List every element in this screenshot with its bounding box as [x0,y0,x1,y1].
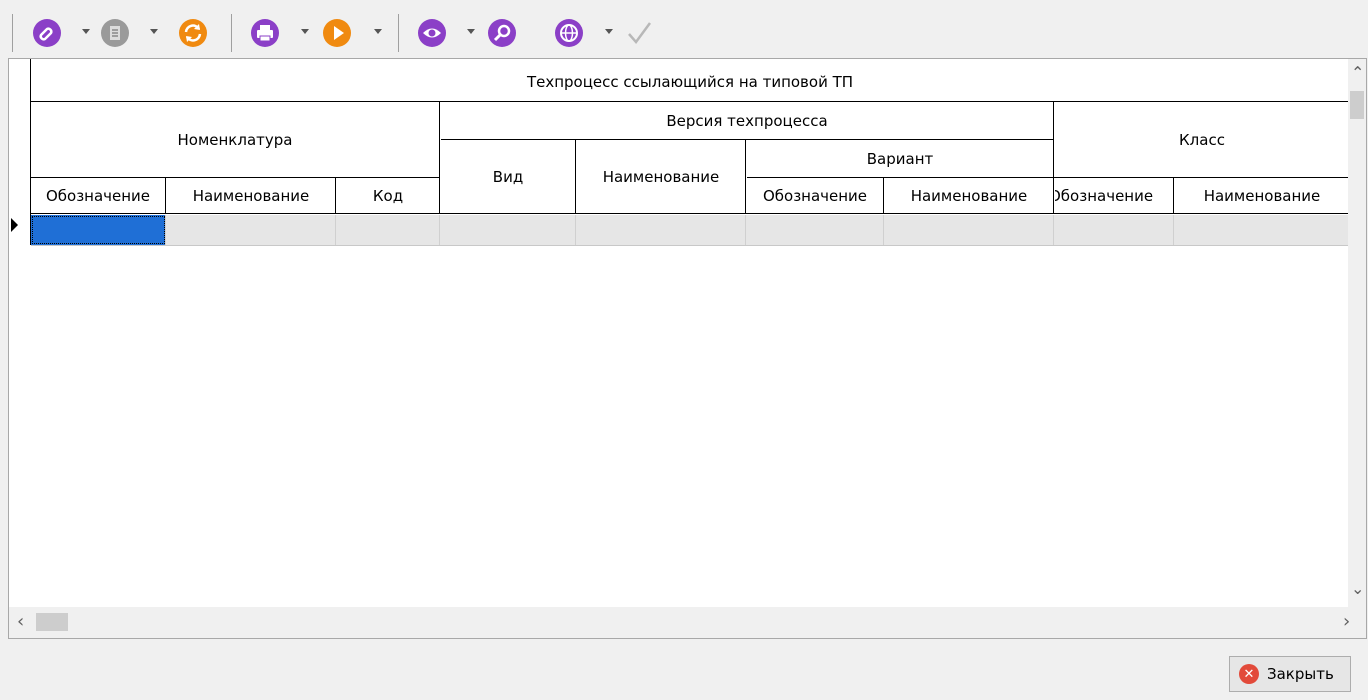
horizontal-scrollbar[interactable]: ‹ › [9,607,1366,638]
scroll-right-icon[interactable]: › [1343,611,1350,632]
row-divider [31,245,1349,246]
check-icon [628,22,652,44]
view-dropdown-arrow[interactable] [467,29,475,34]
link-button[interactable] [30,16,64,50]
vertical-scrollbar[interactable]: ⌃ ⌄ [1348,59,1366,607]
toolbar-separator [12,14,13,52]
link-icon [33,19,61,47]
grid-line [439,101,440,213]
globe-dropdown-arrow[interactable] [605,29,613,34]
toolbar-separator [231,14,232,52]
grid-viewport: Техпроцесс ссылающийся на типовой ТП Ном… [9,59,1349,607]
search-button[interactable] [485,16,519,50]
table-cell[interactable] [1054,215,1174,245]
horizontal-scroll-thumb[interactable] [36,613,68,631]
table-cell[interactable] [576,215,746,245]
globe-icon [555,19,583,47]
header-var-name[interactable]: Наименование [885,179,1053,213]
print-button[interactable] [248,16,282,50]
grid-line [1053,177,1349,178]
table-cell[interactable] [31,215,166,245]
table-cell[interactable] [166,215,336,245]
header-nom-code[interactable]: Код [337,179,439,213]
current-row-indicator [11,218,18,232]
header-variant[interactable]: Вариант [747,141,1053,177]
grid-line [30,101,1349,102]
header-version[interactable]: Версия техпроцесса [441,103,1053,139]
header-var-designation[interactable]: Обозначение [747,179,883,213]
table-cell[interactable] [746,215,884,245]
link-dropdown-arrow[interactable] [82,29,90,34]
scroll-down-icon[interactable]: ⌄ [1351,579,1364,598]
header-cls-name[interactable]: Наименование [1175,179,1349,213]
header-nom-name[interactable]: Наименование [167,179,335,213]
toolbar-separator [398,14,399,52]
header-nom-designation[interactable]: Обозначение [31,179,165,213]
vertical-scroll-thumb[interactable] [1350,91,1364,119]
grid-line [30,177,439,178]
refresh-button[interactable] [176,16,210,50]
table-cell[interactable] [336,215,440,245]
run-button[interactable] [320,16,354,50]
view-button[interactable] [415,16,449,50]
header-cls-designation[interactable]: Обозначение [1055,179,1173,213]
close-button[interactable]: ✕ Закрыть [1229,656,1351,692]
grid-line [30,213,1349,214]
refresh-icon [179,19,207,47]
apply-button[interactable] [622,16,656,50]
grid-line [883,177,884,213]
grid-line [165,177,166,213]
document-icon [101,19,129,47]
grid-line [441,139,1053,140]
document-dropdown-arrow[interactable] [150,29,158,34]
search-icon [488,19,516,47]
grid-line [745,139,746,213]
table-cell[interactable] [440,215,576,245]
grid-line [1173,177,1174,213]
play-icon [323,19,351,47]
grid-line [335,177,336,213]
toolbar [0,0,1368,58]
header-techprocess[interactable]: Техпроцесс ссылающийся на типовой ТП [31,63,1349,101]
grid-line [1053,101,1054,213]
eye-icon [418,19,446,47]
table-cell[interactable] [1174,215,1349,245]
close-icon: ✕ [1239,664,1259,684]
close-button-label: Закрыть [1267,665,1334,683]
document-button[interactable] [98,16,132,50]
header-class[interactable]: Класс [1055,103,1349,177]
grid-line [575,139,576,213]
header-version-kind[interactable]: Вид [441,141,575,213]
table-cell[interactable] [884,215,1054,245]
header-version-name[interactable]: Наименование [577,141,745,213]
data-grid[interactable]: Техпроцесс ссылающийся на типовой ТП Ном… [8,58,1367,639]
scroll-left-icon[interactable]: ‹ [17,611,24,632]
globe-button[interactable] [552,16,586,50]
scroll-up-icon[interactable]: ⌃ [1351,63,1364,82]
header-nomenclature[interactable]: Номенклатура [31,103,439,177]
print-dropdown-arrow[interactable] [301,29,309,34]
header-cls-designation-label: Обозначение [1055,187,1154,205]
grid-line [747,177,1053,178]
run-dropdown-arrow[interactable] [374,29,382,34]
print-icon [251,19,279,47]
